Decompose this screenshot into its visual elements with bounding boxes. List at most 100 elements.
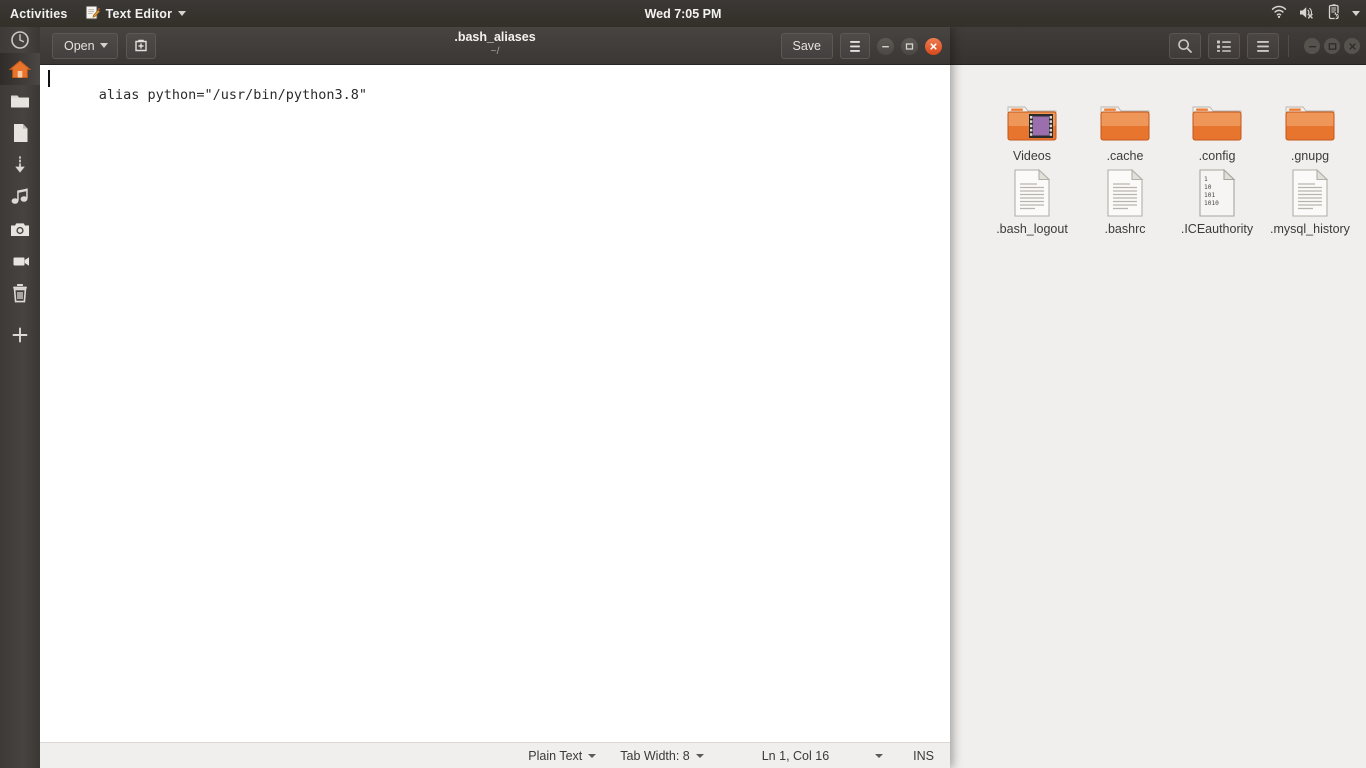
videos-icon	[9, 253, 31, 269]
desktop-icon-iceauthority[interactable]: 1 10 101 1010 .ICEauthority	[1171, 168, 1263, 237]
downloads-icon	[10, 154, 30, 176]
sidebar-item-videos[interactable]	[0, 245, 40, 277]
text-file-icon	[1264, 168, 1356, 218]
desktop-icon-gnupg[interactable]: .gnupg	[1264, 95, 1356, 164]
maximize-icon[interactable]	[1324, 38, 1340, 54]
app-menu-button[interactable]: Text Editor	[77, 5, 195, 23]
app-menu-label: Text Editor	[106, 7, 173, 21]
cursor-position[interactable]: Ln 1, Col 16	[762, 749, 829, 763]
system-tray[interactable]	[1271, 0, 1360, 27]
tab-width-selector[interactable]: Tab Width: 8	[620, 749, 703, 763]
text-file-icon	[1079, 168, 1171, 218]
search-icon[interactable]	[1169, 33, 1201, 59]
gnome-top-bar: Activities Text Editor Wed 7:05 PM	[0, 0, 1366, 27]
file-manager-window-controls	[1304, 38, 1360, 54]
battery-charging-icon[interactable]	[1327, 4, 1341, 23]
language-selector[interactable]: Plain Text	[528, 749, 596, 763]
desktop-icon-label: .mysql_history	[1264, 222, 1356, 237]
editor-status-bar: Plain Text Tab Width: 8 Ln 1, Col 16 INS	[40, 742, 950, 768]
svg-text:1010: 1010	[1204, 200, 1219, 207]
sidebar-item-trash[interactable]	[0, 277, 40, 309]
close-icon[interactable]	[925, 38, 942, 55]
home-folder-icon	[8, 58, 32, 80]
text-cursor	[48, 70, 50, 87]
chevron-down-icon	[178, 11, 186, 16]
tab-width-label: Tab Width: 8	[620, 749, 689, 763]
save-button[interactable]: Save	[781, 33, 834, 59]
document-line-text: alias python="/usr/bin/python3.8"	[99, 87, 367, 103]
chevron-down-icon	[696, 754, 704, 758]
sidebar-item-home-folder[interactable]	[0, 53, 40, 85]
open-button-label: Open	[64, 39, 95, 53]
desktop-icon-bashrc[interactable]: .bashrc	[1079, 168, 1171, 237]
folder-icon	[1264, 95, 1356, 145]
system-menu-chevron-icon[interactable]	[1352, 11, 1360, 16]
volume-muted-icon[interactable]	[1298, 5, 1316, 23]
desktop-icon-label: .cache	[1079, 149, 1171, 164]
editor-text-area[interactable]: alias python="/usr/bin/python3.8"	[40, 65, 950, 742]
desktop-icon-config[interactable]: .config	[1171, 95, 1263, 164]
save-button-label: Save	[793, 39, 822, 53]
desktop-icon-label: Videos	[986, 149, 1078, 164]
hamburger-menu-icon[interactable]	[1247, 33, 1279, 59]
header-bar-actions: Save	[781, 27, 943, 65]
text-file-icon	[986, 168, 1078, 218]
desktop-icon-mysql-history[interactable]: .mysql_history	[1264, 168, 1356, 237]
minimize-icon[interactable]	[877, 38, 894, 55]
svg-text:1: 1	[1204, 176, 1208, 183]
sidebar-item-dash[interactable]	[0, 27, 40, 53]
new-document-icon	[133, 38, 149, 54]
desktop-icon-label: .config	[1171, 149, 1263, 164]
activities-button[interactable]: Activities	[0, 7, 77, 21]
desktop-icon-cache[interactable]: .cache	[1079, 95, 1171, 164]
cursor-position-label: Ln 1, Col 16	[762, 749, 829, 763]
open-button[interactable]: Open	[52, 33, 118, 59]
minimize-icon[interactable]	[1304, 38, 1320, 54]
wifi-icon[interactable]	[1271, 5, 1287, 22]
svg-text:10: 10	[1204, 184, 1212, 191]
trash-icon	[10, 282, 30, 304]
chevron-down-icon	[588, 754, 596, 758]
sidebar-item-files[interactable]	[0, 85, 40, 117]
insert-mode-indicator[interactable]: INS	[913, 749, 934, 763]
text-editor-header-bar: Open .bash_aliases ~/ Save	[40, 27, 950, 65]
svg-text:101: 101	[1204, 192, 1215, 199]
text-editor-icon	[85, 5, 100, 23]
add-icon	[11, 326, 29, 344]
documents-icon	[11, 122, 30, 144]
hamburger-menu-icon[interactable]	[840, 33, 870, 59]
file-manager-toolbar	[1169, 27, 1360, 65]
unity-launcher	[0, 27, 40, 768]
close-icon[interactable]	[1344, 38, 1360, 54]
desktop-icon-bash-logout[interactable]: .bash_logout	[986, 168, 1078, 237]
folder-icon	[1171, 95, 1263, 145]
maximize-icon[interactable]	[901, 38, 918, 55]
dash-search-icon	[9, 29, 31, 51]
clock[interactable]: Wed 7:05 PM	[0, 7, 1366, 21]
sidebar-item-documents[interactable]	[0, 117, 40, 149]
sidebar-item-pictures[interactable]	[0, 213, 40, 245]
document-line-1[interactable]: alias python="/usr/bin/python3.8"	[40, 65, 950, 119]
pictures-icon	[9, 220, 31, 239]
chevron-down-icon	[100, 43, 108, 48]
desktop-icon-label: .bashrc	[1079, 222, 1171, 237]
sidebar-item-add[interactable]	[0, 319, 40, 351]
desktop-icon-label: .bash_logout	[986, 222, 1078, 237]
chevron-down-icon	[875, 754, 883, 758]
language-label: Plain Text	[528, 749, 582, 763]
desktop-icon-label: .ICEauthority	[1171, 222, 1263, 237]
desktop-icon-videos[interactable]: Videos	[986, 95, 1078, 164]
new-document-button[interactable]	[126, 33, 156, 59]
toolbar-divider	[1288, 35, 1289, 57]
binary-file-icon: 1 10 101 1010	[1171, 168, 1263, 218]
folder-icon	[1079, 95, 1171, 145]
sidebar-item-music[interactable]	[0, 181, 40, 213]
files-icon	[9, 91, 31, 111]
desktop-icon-label: .gnupg	[1264, 149, 1356, 164]
position-dropdown[interactable]	[875, 754, 883, 758]
music-icon	[9, 187, 31, 207]
folder-video-icon	[986, 95, 1078, 145]
insert-mode-label: INS	[913, 749, 934, 763]
sidebar-item-downloads[interactable]	[0, 149, 40, 181]
list-view-icon[interactable]	[1208, 33, 1240, 59]
